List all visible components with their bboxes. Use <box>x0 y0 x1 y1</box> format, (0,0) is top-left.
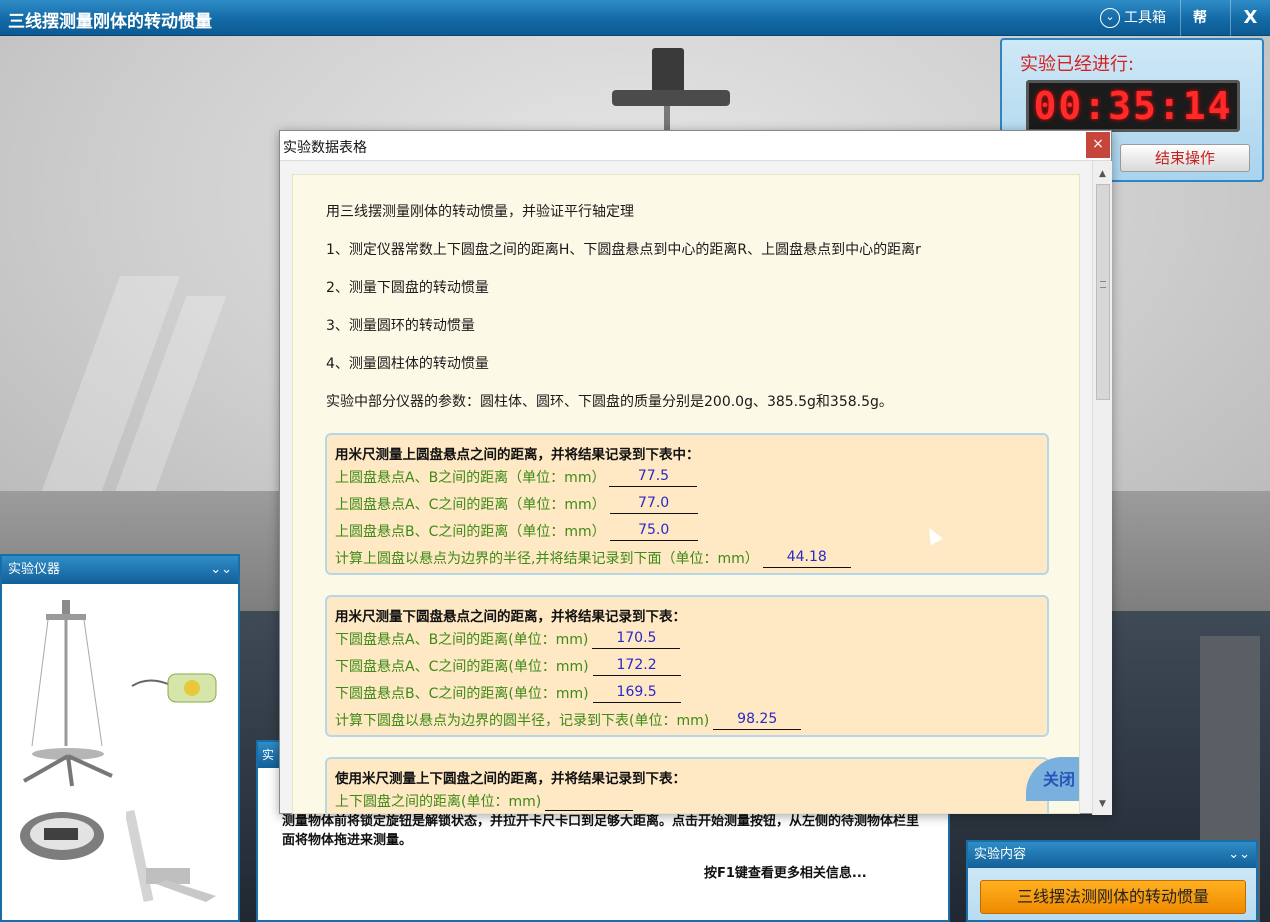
step-item: 1、测定仪器常数上下圆盘之间的距离H、下圆盘悬点到中心的距离R、上圆盘悬点到中心… <box>326 242 921 258</box>
three-wire-pendulum-icon[interactable] <box>12 596 122 796</box>
measurement-row: 下圆盘悬点B、C之间的距离(单位：mm) 169.5 <box>335 683 681 703</box>
row-label: 上下圆盘之间的距离(单位：mm) <box>335 794 542 810</box>
measurement-row: 上圆盘悬点A、B之间的距离（单位：mm） 77.5 <box>335 467 698 487</box>
scroll-thumb[interactable] <box>1096 184 1110 400</box>
scroll-down-icon[interactable]: ▼ <box>1093 795 1112 813</box>
grip-icon <box>1100 281 1106 288</box>
measurement-row: 上圆盘悬点A、C之间的距离（单位：mm） 77.0 <box>335 494 698 514</box>
end-operation-button[interactable]: 结束操作 <box>1120 144 1250 172</box>
row-label: 下圆盘悬点A、C之间的距离(单位：mm) <box>335 659 589 675</box>
timer-display: 00:35:14 <box>1026 80 1240 132</box>
row-label: 计算上圆盘以悬点为边界的半径,并将结果记录到下面（单位：mm） <box>335 551 759 567</box>
section-title: 使用米尺测量上下圆盘之间的距离，并将结果记录到下表： <box>335 771 686 787</box>
measurement-row: 上圆盘悬点B、C之间的距离（单位：mm） 75.0 <box>335 521 698 541</box>
value-field[interactable]: 169.5 <box>592 683 681 703</box>
instruments-header: 实验仪器 ⌄⌄ <box>2 556 238 584</box>
dialog-title: 实验数据表格 <box>283 140 367 156</box>
value-field[interactable]: 77.5 <box>609 467 698 487</box>
step-item: 4、测量圆柱体的转动惯量 <box>326 356 489 372</box>
toolbox-label: 工具箱 <box>1124 10 1166 26</box>
dialog-scrollbar[interactable]: ▲ ▼ <box>1092 161 1112 815</box>
value-field[interactable]: 44.18 <box>762 548 851 568</box>
dialog-content: 用三线摆测量刚体的转动惯量，并验证平行轴定理 1、测定仪器常数上下圆盘之间的距离… <box>292 174 1080 814</box>
dialog-close-button[interactable]: × <box>1086 132 1110 158</box>
row-label: 上圆盘悬点A、C之间的距离（单位：mm） <box>335 497 606 513</box>
toolbox-button[interactable]: ⌄ 工具箱 <box>1088 0 1180 36</box>
value-field[interactable]: 172.2 <box>592 656 681 676</box>
row-label: 下圆盘悬点A、B之间的距离(单位：mm) <box>335 632 589 648</box>
timer-label: 实验已经进行: <box>1020 54 1135 75</box>
close-app-button[interactable]: X <box>1230 0 1270 36</box>
measurement-row: 下圆盘悬点A、C之间的距离(单位：mm) 172.2 <box>335 656 681 676</box>
value-field[interactable]: 75.0 <box>609 521 698 541</box>
step-item: 2、测量下圆盘的转动惯量 <box>326 280 489 296</box>
section-title: 用米尺测量下圆盘悬点之间的距离，并将结果记录到下表： <box>335 609 686 625</box>
disc-distance-section: 使用米尺测量上下圆盘之间的距离，并将结果记录到下表： 上下圆盘之间的距离(单位：… <box>325 757 1049 813</box>
measurement-row: 计算下圆盘以悬点为边界的圆半径，记录到下表(单位：mm) 98.25 <box>335 710 802 730</box>
measurement-row: 下圆盘悬点A、B之间的距离(单位：mm) 170.5 <box>335 629 681 649</box>
value-field[interactable] <box>545 791 634 811</box>
row-label: 上圆盘悬点B、C之间的距离（单位：mm） <box>335 524 606 540</box>
scroll-up-icon[interactable]: ▲ <box>1093 165 1112 183</box>
chevron-down-icon: ⌄ <box>1100 8 1120 28</box>
tape-measure-icon[interactable] <box>128 668 222 712</box>
info-text: 测量物体前将锁定旋钮是解锁状态，并拉开卡尺卡口到足够大距离。点击开始测量按钮，从… <box>282 814 920 848</box>
instruments-panel: 实验仪器 ⌄⌄ <box>0 554 240 922</box>
pendulum-upper-disc[interactable] <box>612 90 730 106</box>
upper-disc-section: 用米尺测量上圆盘悬点之间的距离，并将结果记录到下表中： 上圆盘悬点A、B之间的距… <box>325 433 1049 575</box>
help-button[interactable]: 帮助 <box>1180 0 1230 62</box>
row-label: 上圆盘悬点A、B之间的距离（单位：mm） <box>335 470 606 486</box>
row-label: 下圆盘悬点B、C之间的距离(单位：mm) <box>335 686 589 702</box>
pendulum-top-knob[interactable] <box>652 48 684 92</box>
value-field[interactable]: 170.5 <box>592 629 681 649</box>
lower-disc-section: 用米尺测量下圆盘悬点之间的距离，并将结果记录到下表： 下圆盘悬点A、B之间的距离… <box>325 595 1049 737</box>
info-hint: 按F1键查看更多相关信息... <box>704 866 867 881</box>
experiment-content-title: 实验内容 <box>974 847 1027 862</box>
dialog-title-bar: 实验数据表格 × <box>280 131 1111 161</box>
instruments-title: 实验仪器 <box>8 562 61 577</box>
experiment-content-panel: 实验内容 ⌄⌄ 三线摆法测刚体的转动惯量 <box>966 840 1258 922</box>
experiment-item-button[interactable]: 三线摆法测刚体的转动惯量 <box>980 880 1246 914</box>
value-field[interactable]: 77.0 <box>609 494 698 514</box>
stopwatch-icon[interactable] <box>16 804 108 866</box>
value-field[interactable]: 98.25 <box>713 710 802 730</box>
dialog-intro: 用三线摆测量刚体的转动惯量，并验证平行轴定理 <box>326 204 634 220</box>
data-table-dialog: 实验数据表格 × 用三线摆测量刚体的转动惯量，并验证平行轴定理 1、测定仪器常数… <box>279 130 1112 815</box>
params-text: 实验中部分仪器的参数：圆柱体、圆环、下圆盘的质量分别是200.0g、385.5g… <box>326 394 893 410</box>
step-item: 3、测量圆环的转动惯量 <box>326 318 475 334</box>
double-chevron-down-icon[interactable]: ⌄⌄ <box>1228 842 1250 868</box>
measurement-row: 上下圆盘之间的距离(单位：mm) <box>335 791 634 811</box>
experiment-content-header: 实验内容 ⌄⌄ <box>968 842 1256 868</box>
measurement-row: 计算上圆盘以悬点为边界的半径,并将结果记录到下面（单位：mm） 44.18 <box>335 548 851 568</box>
section-title: 用米尺测量上圆盘悬点之间的距离，并将结果记录到下表中： <box>335 447 700 463</box>
app-title: 三线摆测量刚体的转动惯量 <box>8 12 212 32</box>
vernier-caliper-icon[interactable] <box>126 806 222 910</box>
title-bar: 三线摆测量刚体的转动惯量 ⌄工具箱 帮助 X <box>0 0 1270 62</box>
row-label: 计算下圆盘以悬点为边界的圆半径，记录到下表(单位：mm) <box>335 713 710 729</box>
double-chevron-down-icon[interactable]: ⌄⌄ <box>210 556 232 584</box>
